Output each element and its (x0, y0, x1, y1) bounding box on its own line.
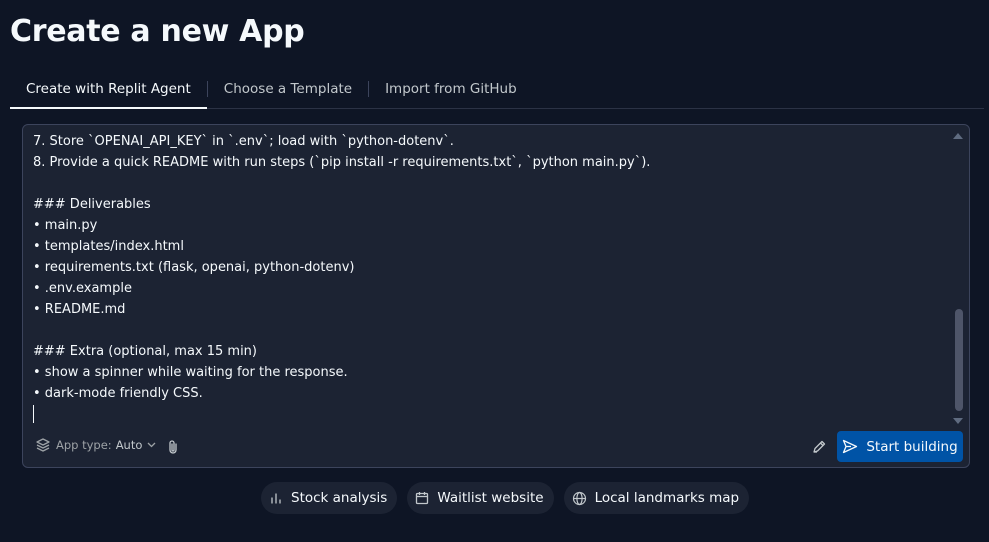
improve-prompt-button[interactable] (811, 439, 827, 459)
globe-icon (572, 491, 586, 505)
app-type-value: Auto (115, 438, 143, 452)
suggestion-stock-analysis[interactable]: Stock analysis (261, 482, 398, 514)
bar-chart-icon (271, 493, 281, 504)
attach-file-button[interactable] (166, 439, 180, 459)
suggestion-chips: Stock analysis Waitlist website Local la… (261, 482, 750, 514)
text-caret (33, 405, 34, 423)
paperclip-icon (169, 440, 177, 454)
scrollbar-thumb[interactable] (955, 309, 963, 411)
tab-choose-template[interactable]: Choose a Template (208, 71, 368, 108)
suggestion-label: Local landmarks map (594, 490, 740, 506)
scroll-up-arrow[interactable] (953, 133, 963, 139)
scroll-down-arrow[interactable] (953, 418, 963, 424)
prompt-toolbar: App type: Auto Start building (23, 431, 969, 463)
calendar-icon (416, 492, 429, 505)
chevron-down-icon (147, 442, 156, 448)
send-icon (843, 439, 858, 454)
start-building-button[interactable]: Start building (837, 431, 963, 462)
suggestion-waitlist-website[interactable]: Waitlist website (407, 482, 554, 514)
layers-icon (36, 438, 50, 452)
app-type-label: App type: (56, 438, 112, 452)
prompt-text[interactable]: 7. Store `OPENAI_API_KEY` in `.env`; loa… (33, 131, 953, 404)
app-type-selector[interactable]: App type: Auto (35, 437, 161, 453)
tab-import-github[interactable]: Import from GitHub (369, 71, 533, 108)
suggestion-local-landmarks-map[interactable]: Local landmarks map (563, 482, 750, 514)
pen-icon (813, 440, 826, 453)
tab-create-with-agent[interactable]: Create with Replit Agent (10, 71, 207, 109)
suggestion-label: Stock analysis (291, 490, 388, 506)
tab-bar: Create with Replit Agent Choose a Templa… (10, 70, 984, 109)
prompt-input[interactable]: 7. Store `OPENAI_API_KEY` in `.env`; loa… (22, 124, 970, 468)
suggestion-label: Waitlist website (437, 490, 544, 506)
start-building-label: Start building (866, 438, 958, 455)
page-title: Create a new App (10, 14, 305, 49)
